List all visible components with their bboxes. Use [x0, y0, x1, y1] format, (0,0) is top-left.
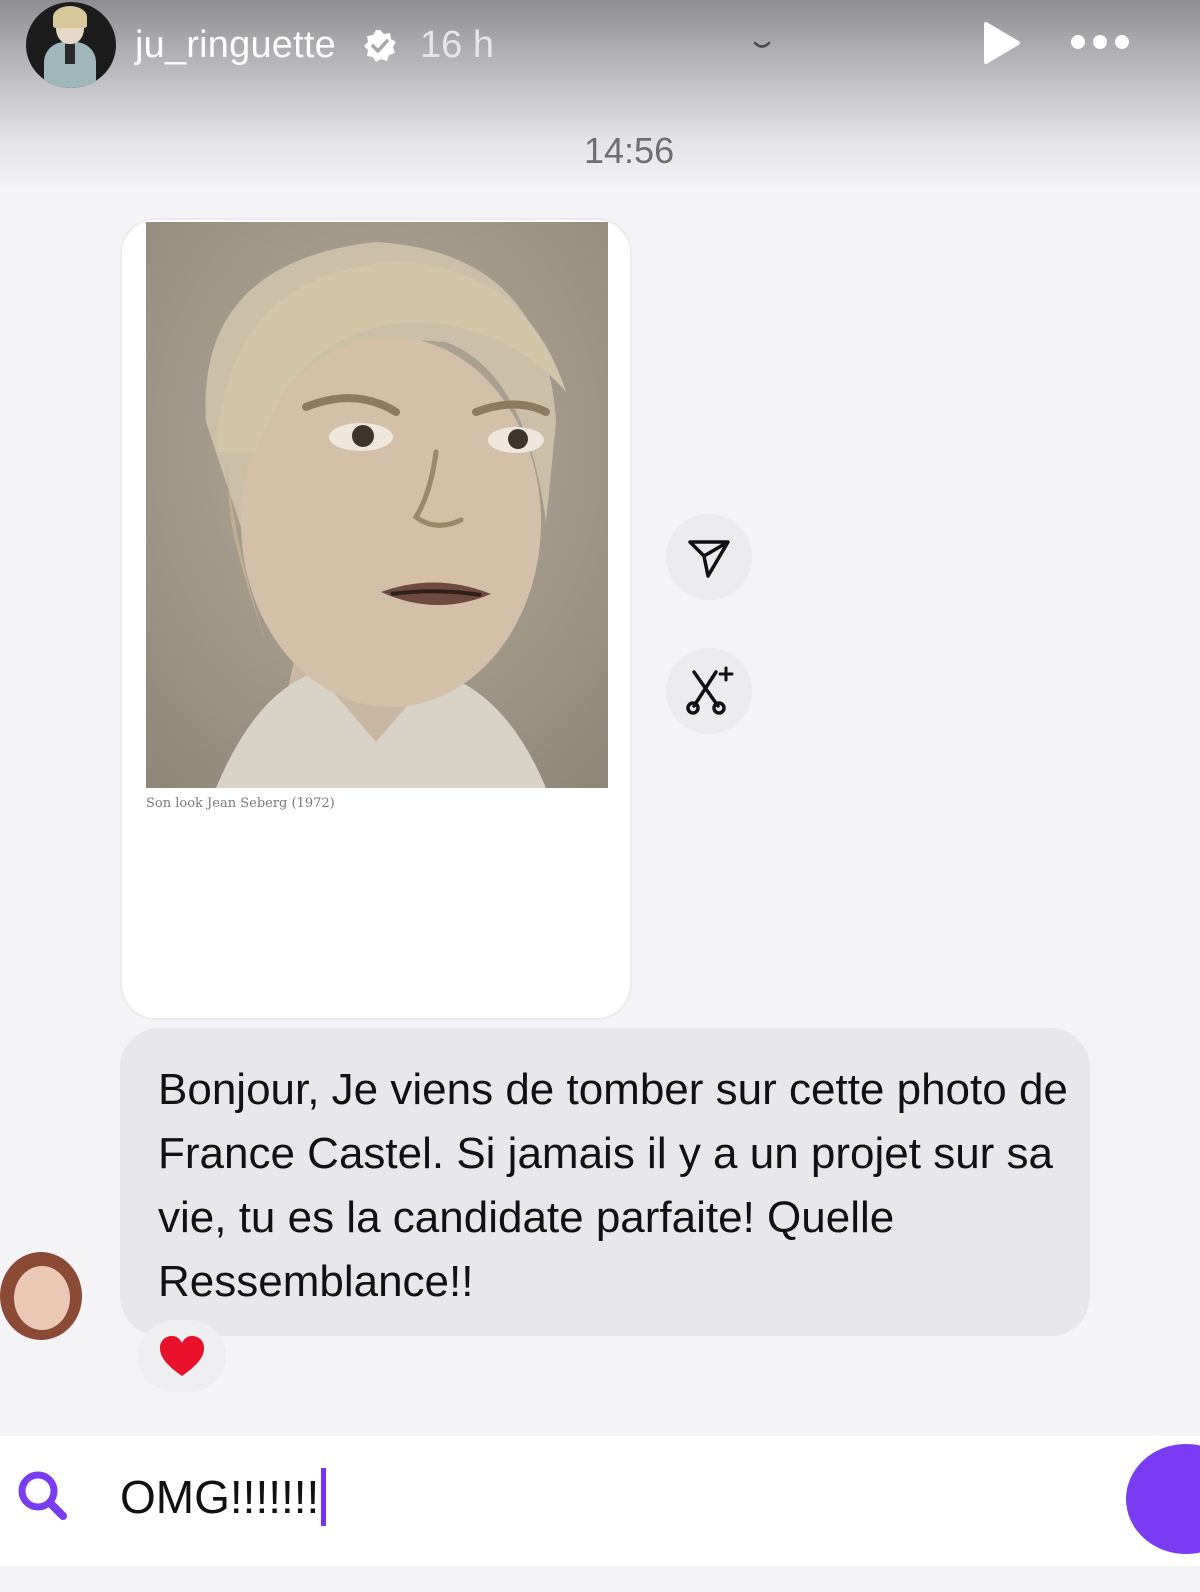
play-icon[interactable]: [980, 20, 1022, 66]
remix-icon[interactable]: [666, 648, 752, 734]
heart-reaction[interactable]: [138, 1320, 226, 1392]
sender-avatar[interactable]: [0, 1252, 82, 1340]
search-icon[interactable]: [0, 1436, 84, 1554]
heart-icon: [160, 1336, 204, 1376]
username[interactable]: ju_ringuette: [135, 24, 336, 67]
profile-avatar[interactable]: [26, 2, 116, 88]
shared-post-photo[interactable]: [146, 222, 608, 788]
message-input-value: OMG!!!!!!!: [120, 1471, 320, 1523]
message-text: Bonjour, Je viens de tomber sur cette ph…: [158, 1065, 1068, 1306]
share-icon[interactable]: [666, 514, 752, 600]
message-timestamp: 14:56: [584, 130, 675, 171]
chevron-down-icon[interactable]: [752, 38, 772, 48]
avatar-hair: [53, 6, 87, 28]
sender-avatar-face: [14, 1266, 70, 1330]
time-ago: 16 h: [420, 24, 494, 66]
text-caret: [321, 1468, 327, 1526]
verified-badge-icon: [362, 28, 398, 64]
avatar-tie: [65, 42, 75, 64]
message-input[interactable]: OMG!!!!!!!: [120, 1468, 327, 1526]
photo-caption: Son look Jean Seberg (1972): [146, 796, 335, 811]
more-icon[interactable]: [1068, 30, 1132, 54]
